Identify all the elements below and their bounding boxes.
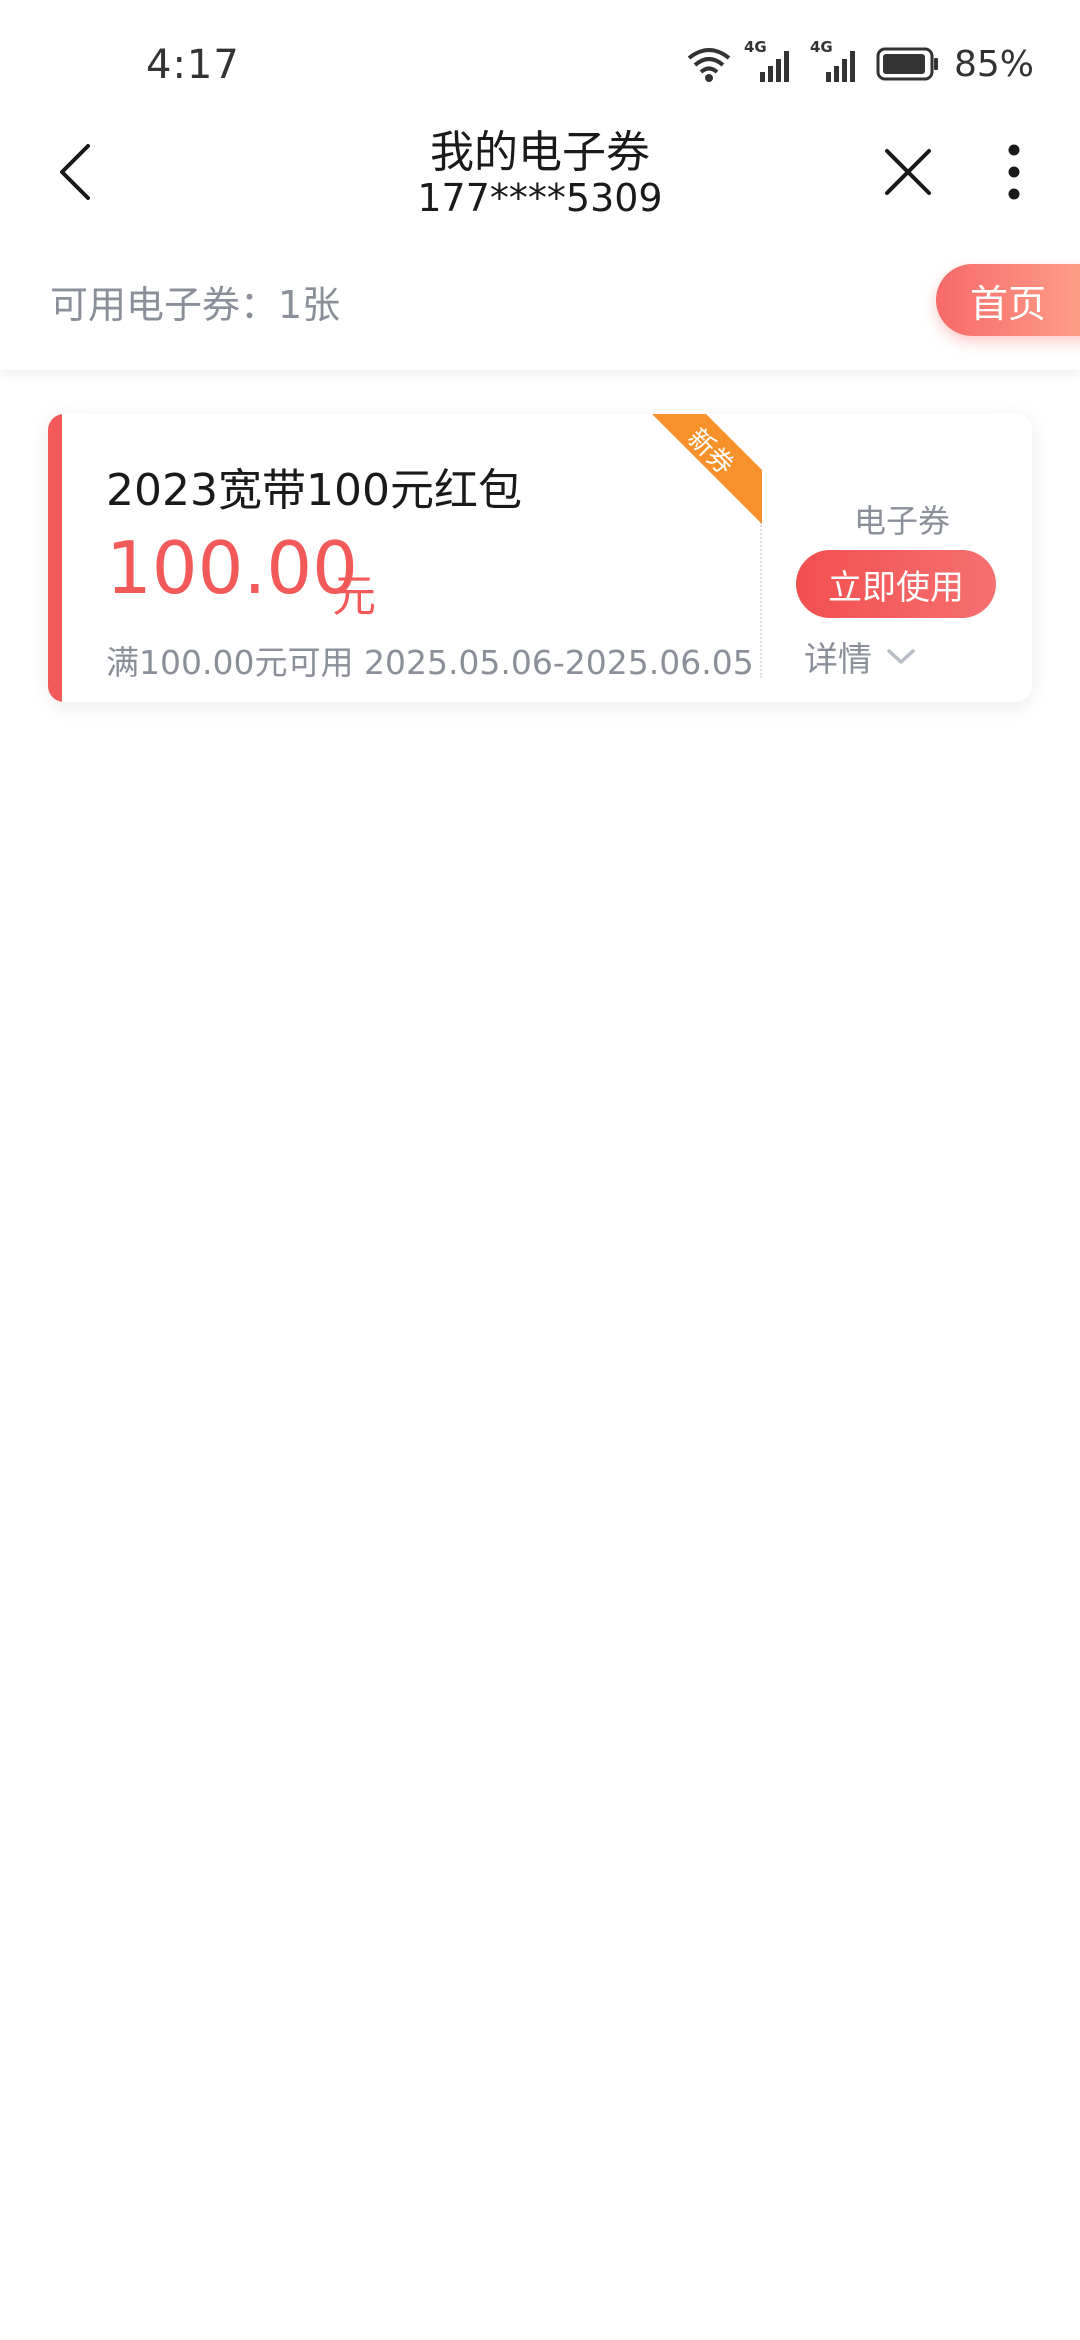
coupon-conditions: 满100.00元可用 2025.05.06-2025.06.05	[106, 643, 754, 682]
available-coupons-bar: 可用电子券：1张 首页	[0, 240, 1080, 370]
battery-percent: 85%	[953, 43, 1034, 85]
details-label: 详情	[804, 640, 872, 680]
coupon-card: 2023宽带100元红包 100.00 元 满100.00元可用 2025.05…	[48, 414, 1032, 702]
chevron-down-icon	[887, 648, 915, 664]
more-options-button[interactable]	[990, 136, 1038, 208]
top-navigation-bar: 我的电子券 177****5309	[0, 110, 1080, 240]
cellular-signal-2: 4G	[810, 38, 864, 84]
signal-bars-icon	[759, 51, 789, 82]
close-button[interactable]	[872, 136, 944, 208]
use-now-button[interactable]: 立即使用	[796, 550, 996, 618]
close-icon	[885, 149, 931, 195]
cellular-signal-1: 4G	[744, 38, 798, 84]
card-accent-stripe	[48, 414, 62, 702]
status-icons: 4G 4G 85%	[686, 38, 1034, 88]
status-time: 4:17	[146, 42, 240, 88]
available-coupons-count: 可用电子券：1张	[50, 283, 341, 327]
coupon-currency-unit: 元	[332, 571, 376, 622]
home-button[interactable]: 首页	[936, 264, 1080, 336]
details-toggle[interactable]: 详情	[804, 632, 916, 681]
more-vertical-icon	[1008, 144, 1020, 200]
coupon-type-label: 电子券	[853, 502, 950, 540]
signal-bars-icon	[825, 51, 855, 82]
new-coupon-badge: 新券	[652, 414, 762, 524]
card-divider	[760, 522, 762, 678]
battery-icon	[876, 47, 938, 81]
wifi-icon	[687, 48, 731, 82]
coupon-amount: 100.00	[106, 526, 358, 610]
coupon-name: 2023宽带100元红包	[106, 465, 522, 516]
